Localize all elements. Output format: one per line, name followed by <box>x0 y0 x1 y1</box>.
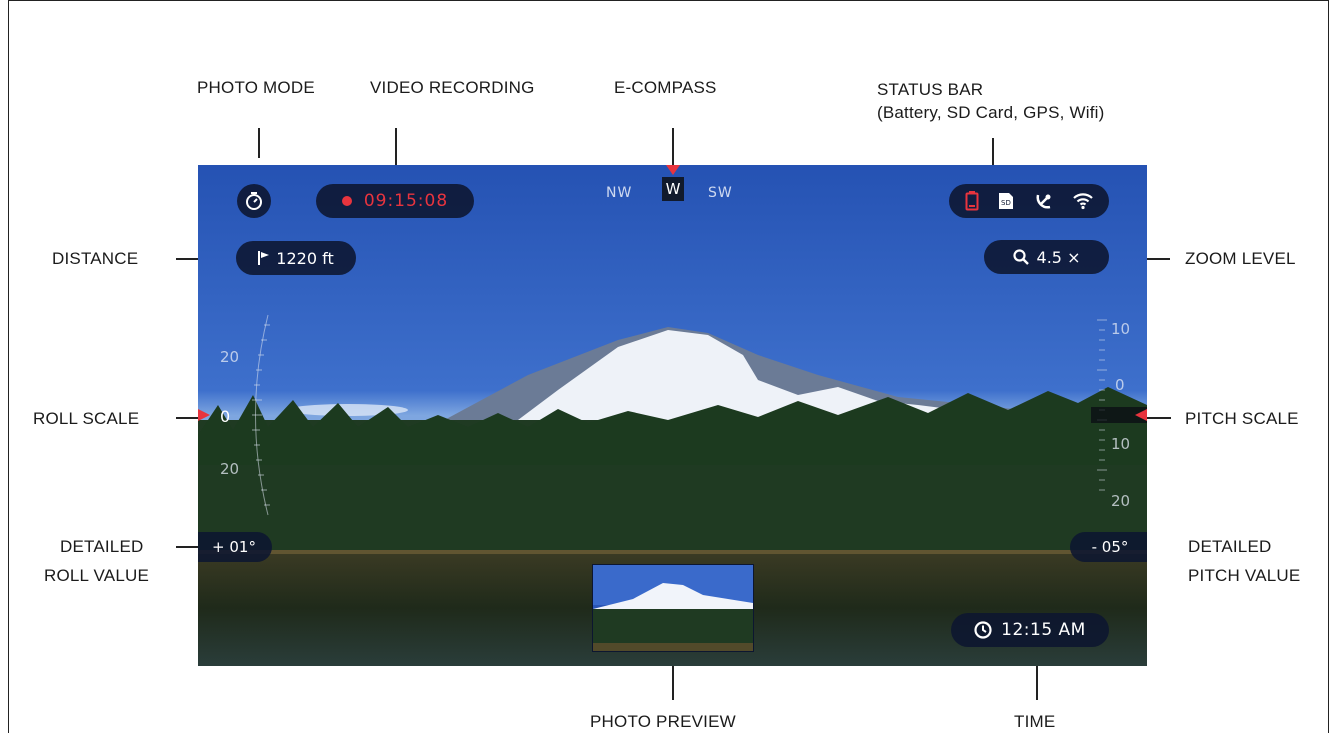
label-status-bar-sub: (Battery, SD Card, GPS, Wifi) <box>877 103 1105 122</box>
pitch-tick-3: 10 <box>1111 435 1131 453</box>
search-icon <box>1012 249 1029 265</box>
label-detailed-pitch-2: PITCH VALUE <box>1188 566 1301 585</box>
compass-current-heading: W <box>662 177 684 201</box>
battery-icon <box>965 191 979 211</box>
leader-roll-scale <box>176 417 198 419</box>
pitch-tick-4: 20 <box>1111 492 1131 510</box>
clock-value: 12:15 AM <box>1001 620 1086 640</box>
frame-top-border <box>8 0 1329 1</box>
roll-value-indicator: + 01° <box>198 532 272 562</box>
clock-icon <box>974 621 992 639</box>
label-distance: DISTANCE <box>52 249 139 268</box>
recording-time: 09:15:08 <box>363 191 449 211</box>
roll-value: + 01° <box>212 538 256 556</box>
time-indicator: 12:15 AM <box>951 613 1109 647</box>
label-photo-preview: PHOTO PREVIEW <box>590 712 736 731</box>
flag-icon <box>258 251 270 265</box>
label-detailed-roll-2: ROLL VALUE <box>44 566 149 585</box>
gps-icon <box>1036 194 1051 209</box>
label-roll-scale: ROLL SCALE <box>33 409 140 428</box>
roll-scale <box>198 314 270 516</box>
svg-text:SD: SD <box>1001 199 1011 207</box>
leader-detailed-roll <box>176 546 198 548</box>
video-recording-indicator[interactable]: 09:15:08 <box>316 184 474 218</box>
record-dot-icon <box>341 196 352 206</box>
zoom-value: 4.5 × <box>1036 247 1081 267</box>
pitch-value-indicator: - 05° <box>1070 532 1147 562</box>
photo-mode-button[interactable] <box>237 184 271 218</box>
sd-card-icon: SD <box>999 193 1014 209</box>
wifi-icon <box>1073 193 1094 210</box>
pitch-value: - 05° <box>1091 538 1129 556</box>
label-time: TIME <box>1014 712 1056 731</box>
photo-preview-thumbnail <box>593 565 753 651</box>
compass-sw: SW <box>708 185 733 201</box>
roll-tick-bottom: 20 <box>220 460 240 478</box>
label-zoom-level: ZOOM LEVEL <box>1185 249 1296 268</box>
pitch-tick-2: 0 <box>1115 376 1125 394</box>
label-video-recording: VIDEO RECORDING <box>370 78 535 97</box>
label-e-compass: E-COMPASS <box>614 78 717 97</box>
roll-tick-top: 20 <box>220 348 240 366</box>
compass-nw: NW <box>606 185 633 201</box>
frame-left-border <box>8 0 9 733</box>
leader-e-compass <box>672 128 674 166</box>
label-pitch-scale: PITCH SCALE <box>1185 409 1299 428</box>
scope-display: 09:15:08 NW W SW SD 1220 ft 4.5 × 20 0 2… <box>198 165 1147 666</box>
leader-photo-mode <box>258 128 260 158</box>
label-photo-mode: PHOTO MODE <box>197 78 315 97</box>
photo-preview[interactable] <box>592 564 754 652</box>
label-status-bar: STATUS BAR <box>877 80 984 99</box>
distance-indicator[interactable]: 1220 ft <box>236 241 356 275</box>
label-detailed-roll-1: DETAILED <box>60 537 144 556</box>
pitch-tick-1: 10 <box>1111 320 1131 338</box>
label-detailed-pitch-1: DETAILED <box>1188 537 1272 556</box>
compass-w: W <box>665 180 681 198</box>
leader-pitch-scale <box>1147 417 1171 419</box>
timer-icon <box>246 192 262 210</box>
pitch-scale <box>1091 319 1147 491</box>
distance-value: 1220 ft <box>276 248 334 268</box>
status-bar: SD <box>949 184 1109 218</box>
compass-pointer-icon <box>666 165 680 175</box>
zoom-indicator[interactable]: 4.5 × <box>984 240 1109 274</box>
roll-tick-center: 0 <box>220 407 231 426</box>
